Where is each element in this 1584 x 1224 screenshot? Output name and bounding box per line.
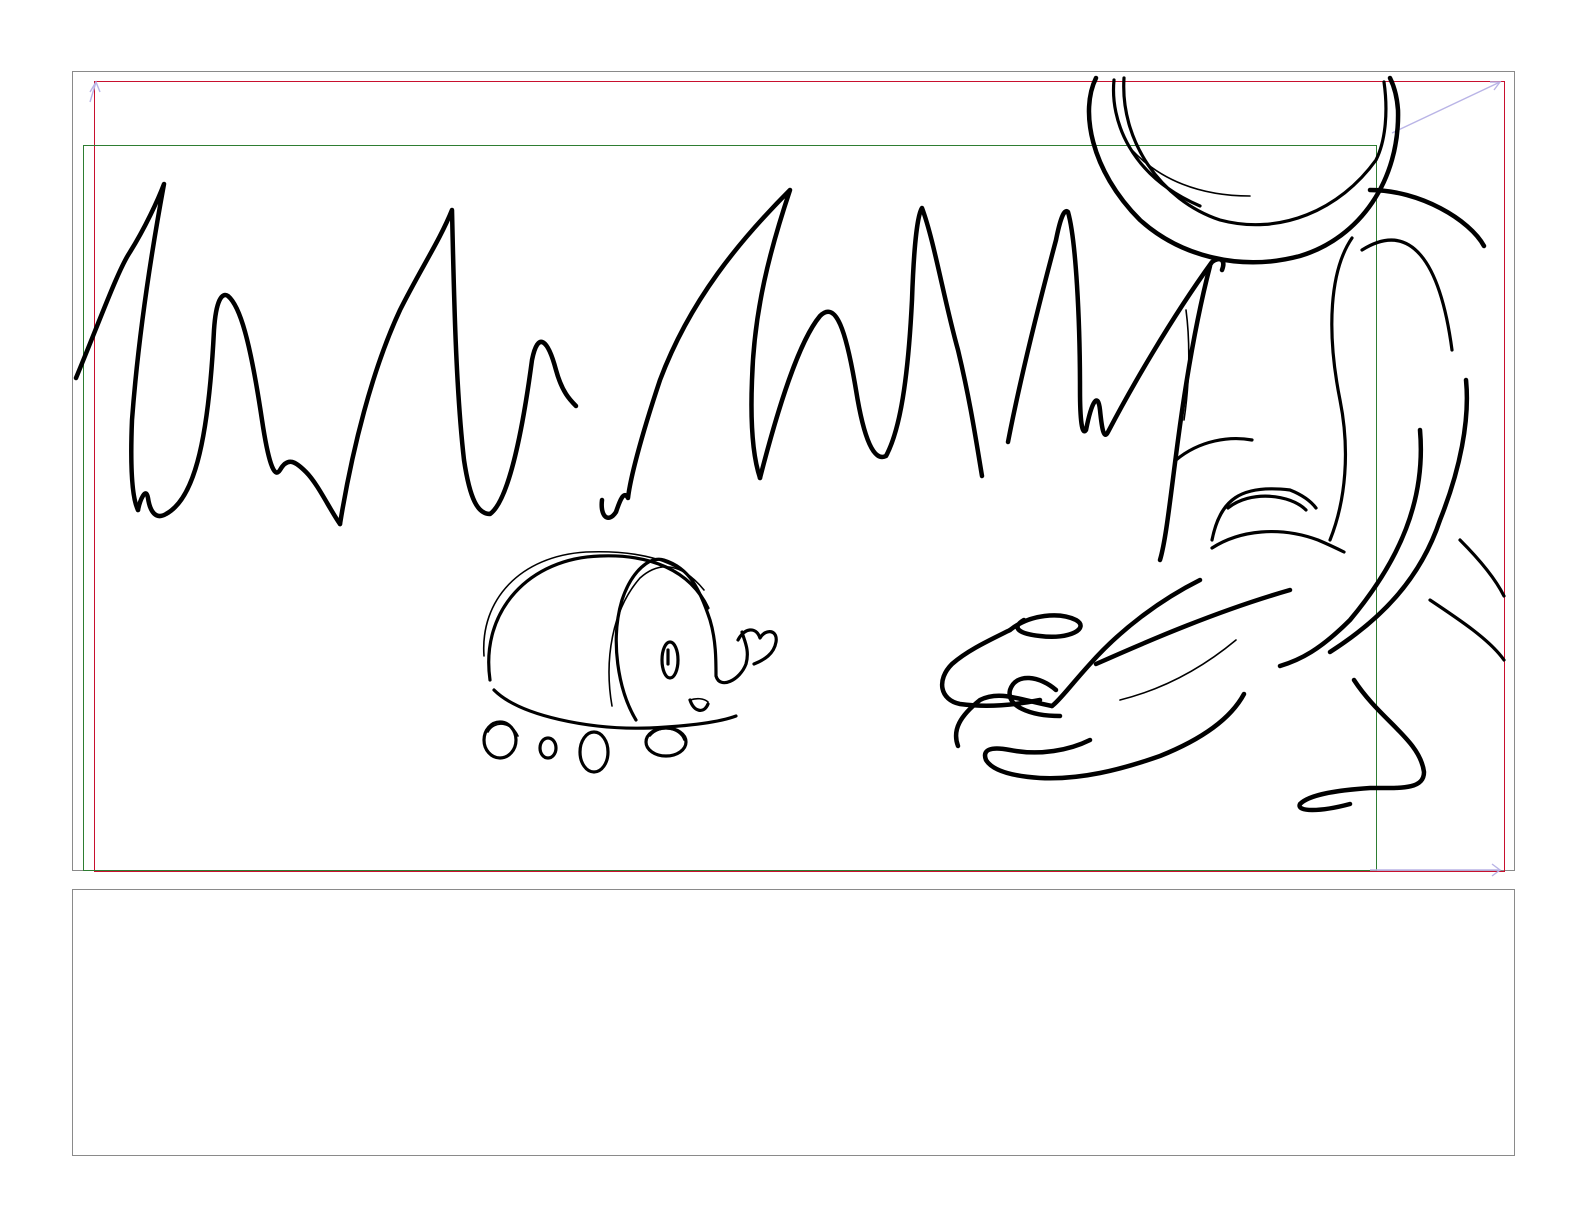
small-creature-sketch (482, 550, 778, 774)
camera-arrow-top-left (89, 81, 97, 103)
grass-sketch (73, 181, 1226, 527)
camera-move-arrows (89, 80, 1502, 877)
creature-arm-sketch (939, 75, 1506, 813)
panel-sketch (73, 75, 1506, 877)
camera-arrow-top-right (1391, 81, 1501, 134)
